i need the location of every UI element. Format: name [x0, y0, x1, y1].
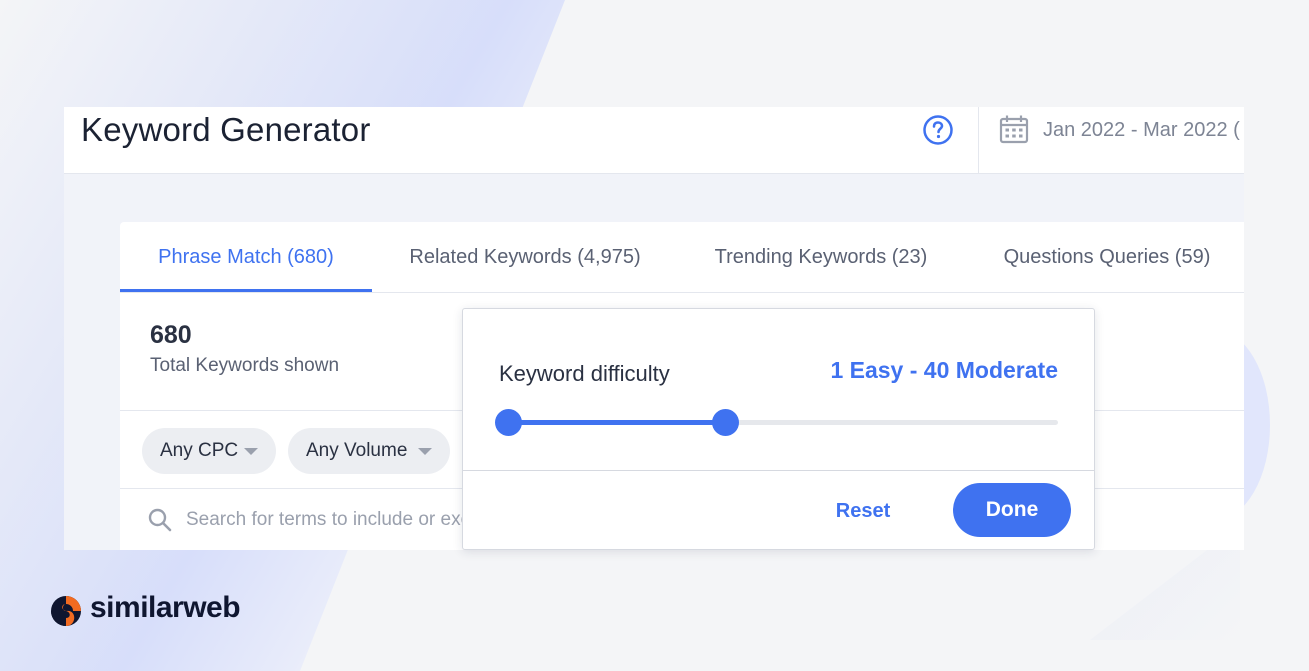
difficulty-range-value: 1 Easy - 40 Moderate — [830, 357, 1058, 383]
slider-selected-range — [508, 420, 725, 425]
active-tab-indicator — [120, 289, 372, 292]
help-icon[interactable] — [922, 114, 954, 146]
search-input[interactable] — [186, 503, 476, 537]
header-divider — [978, 107, 979, 174]
volume-filter-dropdown[interactable]: Any Volume — [288, 428, 450, 474]
calendar-icon[interactable] — [999, 114, 1029, 144]
tab-related-keywords[interactable]: Related Keywords (4,975) — [372, 222, 678, 292]
done-button[interactable]: Done — [953, 483, 1071, 537]
tab-questions-queries[interactable]: Questions Queries (59) — [964, 222, 1250, 292]
chevron-down-icon — [418, 448, 432, 455]
volume-filter-label: Any Volume — [306, 440, 408, 461]
popover-divider — [463, 470, 1094, 471]
slider-min-handle[interactable] — [495, 409, 522, 436]
search-icon — [148, 508, 172, 532]
date-range-selector[interactable]: Jan 2022 - Mar 2022 ( — [1043, 119, 1244, 142]
reset-button[interactable]: Reset — [818, 495, 908, 527]
difficulty-slider[interactable] — [495, 409, 1058, 436]
total-keywords-count: 680 — [150, 321, 192, 349]
keyword-difficulty-popover: Keyword difficulty 1 Easy - 40 Moderate … — [462, 308, 1095, 550]
chevron-down-icon — [244, 448, 258, 455]
similarweb-logo-icon — [51, 596, 81, 626]
keyword-difficulty-label: Keyword difficulty — [499, 361, 670, 386]
page-title: Keyword Generator — [81, 111, 371, 148]
logo-wordmark: similarweb — [90, 591, 241, 624]
tab-phrase-match[interactable]: Phrase Match (680) — [120, 222, 372, 292]
keyword-tabs: Phrase Match (680) Related Keywords (4,9… — [120, 222, 1244, 293]
slider-max-handle[interactable] — [711, 409, 739, 436]
tab-trending-keywords[interactable]: Trending Keywords (23) — [678, 222, 964, 292]
page-header: Keyword Generator Jan 2022 - Mar 2022 ( — [64, 107, 1244, 174]
cpc-filter-dropdown[interactable]: Any CPC — [142, 428, 276, 474]
total-keywords-label: Total Keywords shown — [150, 355, 340, 376]
cpc-filter-label: Any CPC — [160, 440, 239, 461]
background-stripe — [1090, 540, 1240, 640]
